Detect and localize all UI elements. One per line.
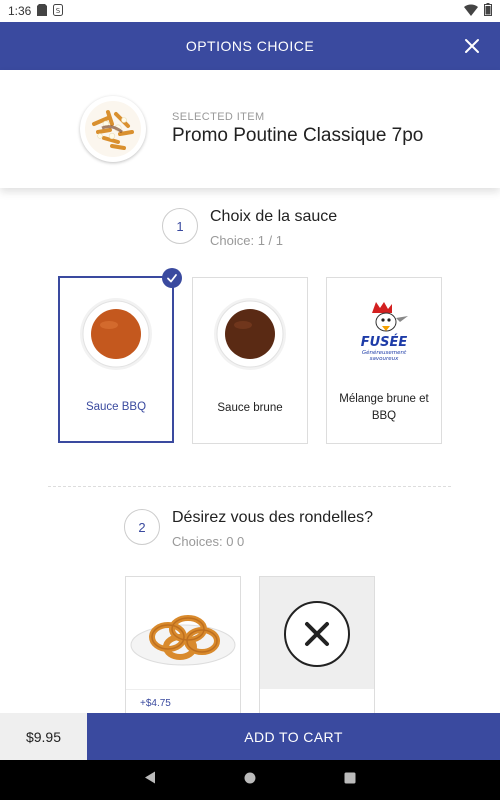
back-icon[interactable] [144, 771, 156, 789]
battery-icon [484, 3, 492, 19]
cart-footer: $9.95 ADD TO CART [0, 713, 500, 760]
option-label: Mélange brune et BBQ [339, 393, 429, 422]
status-time: 1:36 [8, 4, 32, 18]
app-screen: 1:36 S OPTIONS CHOICE SELECTED ITEM Prom… [0, 0, 500, 800]
check-icon [162, 268, 182, 288]
close-button[interactable] [462, 36, 482, 56]
option-label: Sauce BBQ [85, 401, 147, 413]
option-no-rings[interactable] [259, 576, 375, 713]
step-2-header: 2 Désirez vous des rondelles? Choices: 0… [124, 509, 373, 549]
option-price: +$4.75 [140, 698, 171, 709]
system-nav-bar [0, 760, 500, 800]
home-icon[interactable] [244, 771, 256, 789]
step-title: Désirez vous des rondelles? [172, 509, 373, 526]
none-x-icon [282, 599, 352, 669]
fusee-logo: FUSÉE Généreusement savoureux [346, 296, 422, 372]
app-header: OPTIONS CHOICE [0, 22, 500, 70]
fusee-tagline-2: savoureux [370, 356, 399, 362]
option-separator [126, 689, 240, 690]
selected-item-card: SELECTED ITEM Promo Poutine Classique 7p… [0, 70, 500, 188]
option-sauce-brune[interactable]: Sauce brune [192, 277, 308, 444]
onion-rings-image [128, 585, 238, 685]
brown-sauce-image [212, 296, 288, 372]
step-number-badge: 2 [124, 509, 160, 545]
step-1-header: 1 Choix de la sauce Choice: 1 / 1 [162, 208, 337, 248]
options-content[interactable]: 1 Choix de la sauce Choice: 1 / 1 Sauce … [0, 188, 500, 713]
sim-icon: S [53, 3, 64, 19]
step-choice-count: Choice: 1 / 1 [210, 233, 283, 248]
sd-card-icon [37, 3, 48, 19]
status-bar: 1:36 S [0, 0, 500, 22]
close-icon [465, 39, 479, 53]
section-divider [48, 486, 451, 487]
add-to-cart-button[interactable]: ADD TO CART [87, 713, 500, 760]
step-number-badge: 1 [162, 208, 198, 244]
fusee-brand-text: FUSÉE [361, 334, 408, 350]
fusee-tagline-1: Généreusement [362, 349, 407, 356]
page-title: OPTIONS CHOICE [185, 38, 315, 54]
step-choice-count: Choices: 0 0 [172, 534, 245, 549]
option-onion-rings[interactable]: +$4.75 [125, 576, 241, 713]
option-sauce-bbq[interactable]: Sauce BBQ [58, 268, 182, 443]
option-label-area [260, 689, 374, 713]
bbq-sauce-image [78, 296, 154, 372]
step-title: Choix de la sauce [210, 208, 338, 225]
recents-icon[interactable] [344, 771, 356, 789]
poutine-image [80, 96, 146, 162]
selected-item-caption: SELECTED ITEM [172, 111, 265, 123]
option-label: Sauce brune [217, 402, 283, 414]
option-melange-brune-bbq[interactable]: FUSÉE Généreusement savoureux Mélange br… [326, 277, 442, 444]
wifi-icon [464, 3, 478, 19]
selected-item-name: Promo Poutine Classique 7po [172, 125, 424, 146]
total-price: $9.95 [0, 713, 87, 760]
svg-text:S: S [56, 7, 61, 15]
